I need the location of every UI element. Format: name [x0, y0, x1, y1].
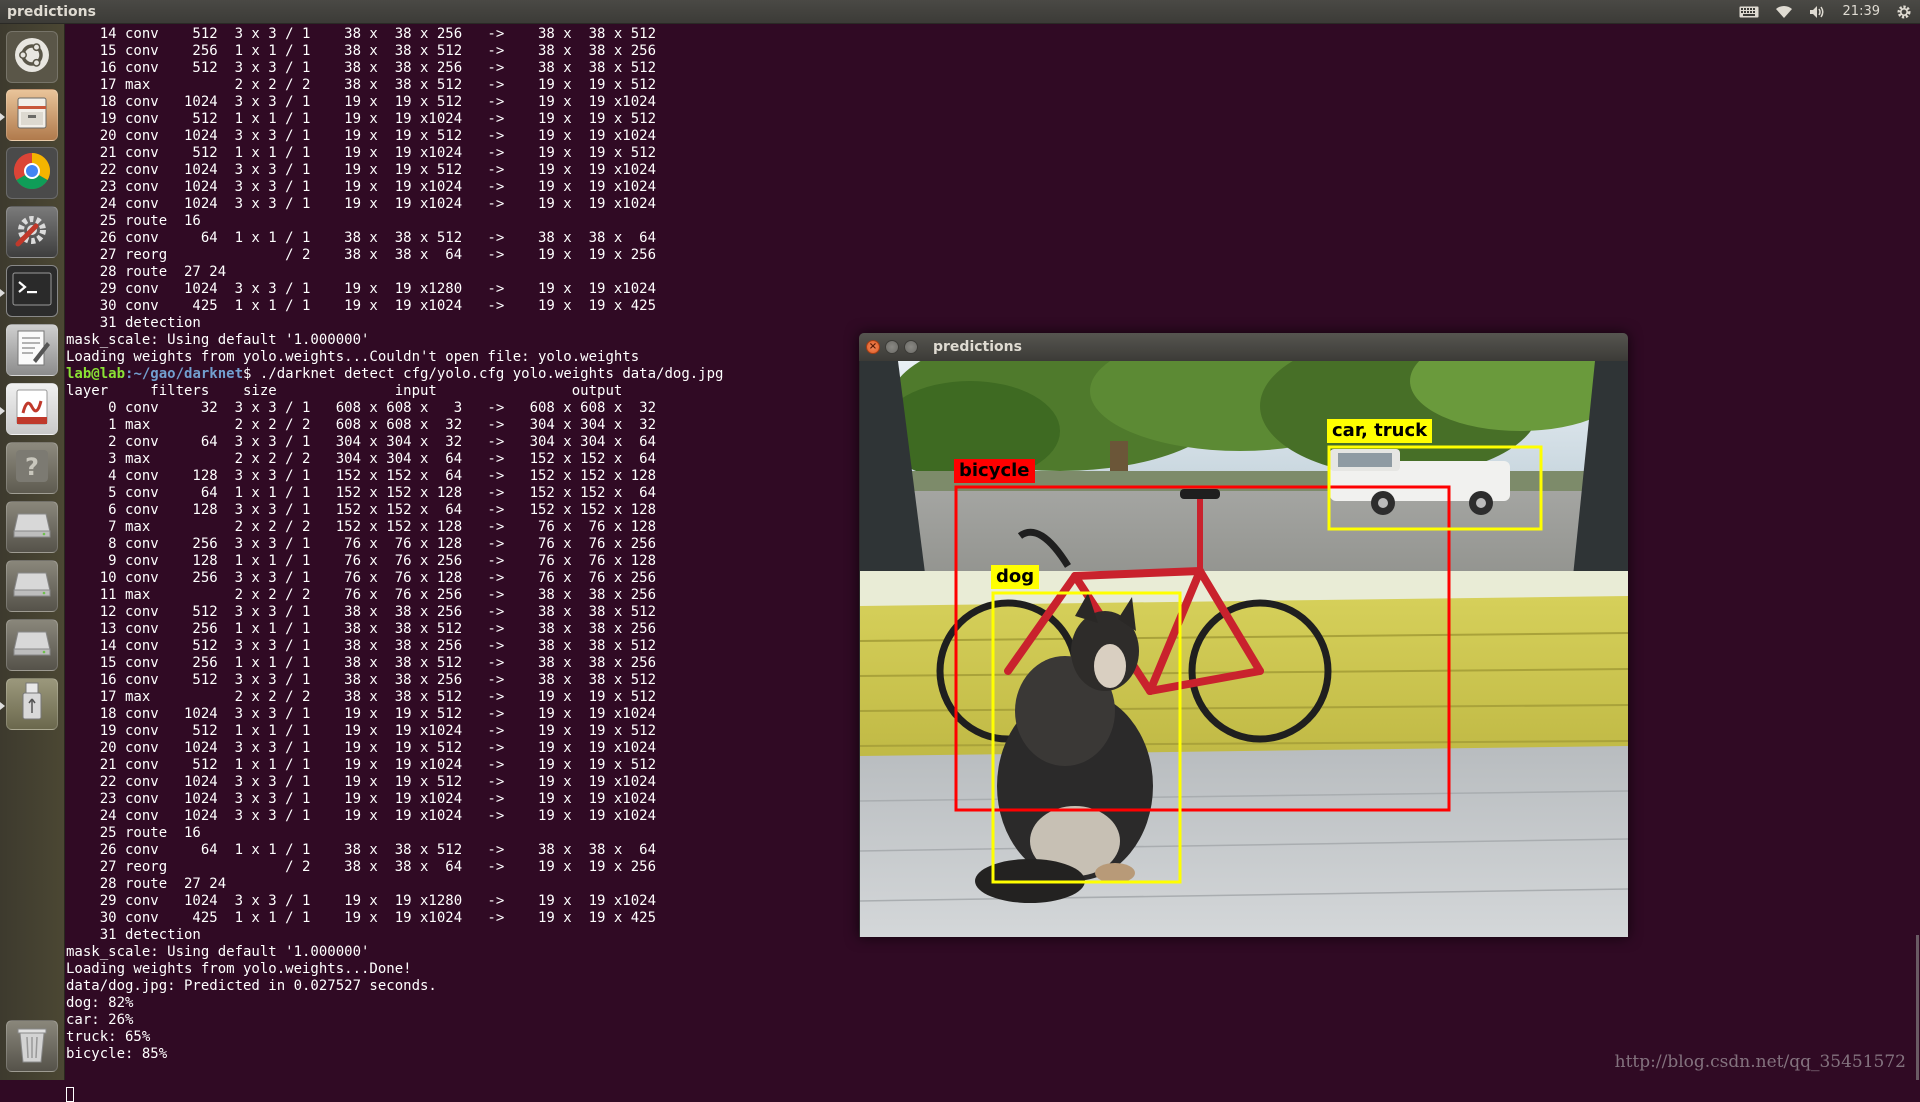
usb-launcher-button[interactable]: [6, 678, 58, 730]
drive-icon: [12, 510, 52, 544]
terminal-launcher-button[interactable]: [6, 265, 58, 317]
drive-icon: [12, 569, 52, 603]
watermark-text: http://blog.csdn.net/qq_35451572: [1615, 1052, 1906, 1072]
launcher: ?: [0, 24, 65, 1080]
text-editor-icon: [13, 328, 51, 372]
text-editor-launcher-button[interactable]: [6, 324, 58, 376]
predictions-window[interactable]: × predictions: [859, 333, 1628, 937]
files-launcher-button[interactable]: [6, 89, 58, 141]
terminal-icon: [12, 272, 52, 310]
pdf-viewer-icon: [13, 387, 51, 431]
volume-icon[interactable]: [1809, 0, 1827, 24]
terminal-cursor: [66, 1087, 74, 1102]
gear-icon[interactable]: [1896, 0, 1912, 24]
detection-label-car-truck: car, truck: [1327, 419, 1432, 443]
document-viewer-launcher-button[interactable]: [6, 383, 58, 435]
running-indicator: [0, 113, 5, 121]
drive-icon: [12, 628, 52, 662]
terminal-output-after: layer filters size input output 0 conv 3…: [66, 383, 656, 1062]
system-tray: 21:39: [1731, 0, 1920, 24]
minimize-button[interactable]: [885, 340, 899, 354]
scrollbar-indicator[interactable]: [1916, 935, 1919, 1080]
clock[interactable]: 21:39: [1843, 0, 1880, 24]
drive-launcher-button-1[interactable]: [6, 501, 58, 553]
detection-label-bicycle: bicycle: [954, 459, 1035, 483]
maximize-button[interactable]: [904, 340, 918, 354]
window-title: predictions: [933, 333, 1022, 361]
terminal-output[interactable]: 14 conv 512 3 x 3 / 1 38 x 38 x 256 -> 3…: [66, 26, 723, 1063]
trash-launcher-button[interactable]: [6, 1020, 58, 1072]
help-icon: ?: [13, 447, 51, 489]
prompt-path: :~/gao/darknet: [125, 366, 243, 382]
running-indicator: [0, 289, 5, 297]
ubuntu-logo-icon: [13, 36, 51, 78]
close-icon: ×: [869, 341, 877, 352]
prediction-image: bicycle car, truck dog: [860, 361, 1628, 937]
help-launcher-button[interactable]: ?: [6, 442, 58, 494]
wifi-icon[interactable]: [1775, 0, 1793, 24]
top-panel: predictions 21:39: [0, 0, 1920, 24]
dash-home-button[interactable]: [6, 31, 58, 83]
chrome-icon: [12, 151, 52, 195]
settings-wrench-icon: [12, 210, 52, 254]
window-titlebar[interactable]: × predictions: [859, 333, 1628, 361]
drive-launcher-button-2[interactable]: [6, 560, 58, 612]
drive-launcher-button-3[interactable]: [6, 619, 58, 671]
prompt-user: lab@lab: [66, 366, 125, 382]
terminal-output-before: 14 conv 512 3 x 3 / 1 38 x 38 x 256 -> 3…: [66, 26, 656, 365]
running-indicator: [0, 702, 5, 710]
dog-bicycle-photo: [860, 361, 1628, 937]
usb-icon: [17, 681, 47, 727]
system-settings-launcher-button[interactable]: [6, 206, 58, 258]
keyboard-icon[interactable]: [1739, 0, 1759, 24]
close-button[interactable]: ×: [866, 340, 880, 354]
active-window-title: predictions: [7, 0, 96, 24]
command-line: $ ./darknet detect cfg/yolo.cfg yolo.wei…: [243, 366, 723, 382]
chrome-launcher-button[interactable]: [6, 147, 58, 199]
trash-icon: [14, 1023, 50, 1069]
running-indicator: [0, 407, 5, 415]
detection-label-dog: dog: [991, 565, 1039, 589]
file-cabinet-icon: [13, 94, 51, 136]
svg-text:?: ?: [25, 453, 39, 481]
